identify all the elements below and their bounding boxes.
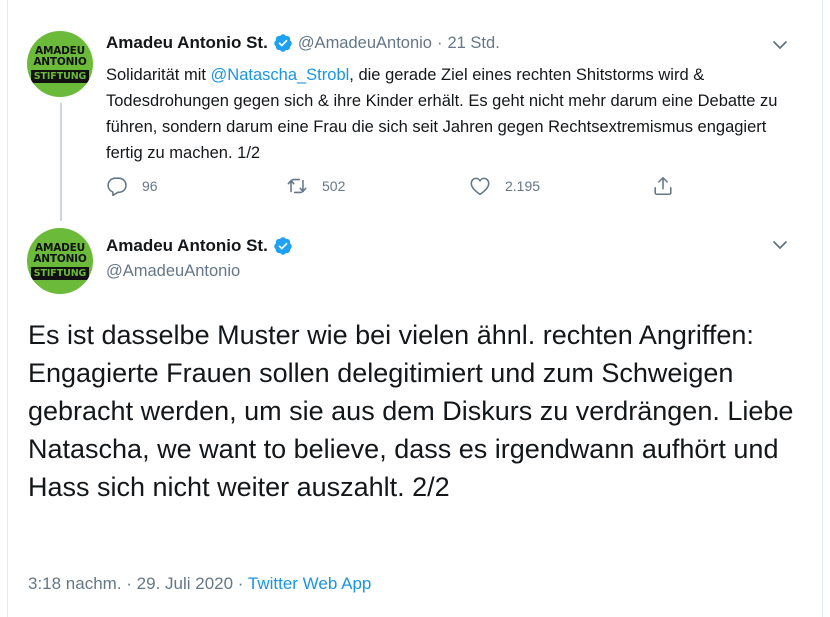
share-button[interactable] bbox=[652, 175, 674, 197]
share-icon bbox=[654, 176, 672, 196]
chevron-down-icon[interactable] bbox=[772, 240, 788, 250]
like-button[interactable]: 2.195 bbox=[469, 175, 540, 197]
retweet-icon bbox=[287, 178, 307, 194]
frame-right-border bbox=[822, 0, 823, 617]
meta-separator: · bbox=[233, 574, 248, 593]
verified-badge-icon bbox=[274, 237, 292, 255]
avatar-text-line3: STIFTUNG bbox=[30, 69, 90, 83]
like-count: 2.195 bbox=[505, 178, 541, 194]
avatar-text-line3: STIFTUNG bbox=[30, 266, 90, 280]
avatar-text-line2: ANTONIO bbox=[33, 252, 87, 265]
thread-connector-line bbox=[60, 103, 62, 221]
handle[interactable]: @AmadeuAntonio bbox=[106, 262, 240, 281]
handle[interactable]: @AmadeuAntonio bbox=[298, 34, 432, 53]
retweet-count: 502 bbox=[322, 178, 346, 194]
tweet-1-header: Amadeu Antonio St. @AmadeuAntonio · 21 S… bbox=[106, 33, 500, 53]
avatar[interactable]: AMADEU ANTONIO STIFTUNG bbox=[27, 31, 93, 97]
tweet-time[interactable]: 21 Std. bbox=[447, 34, 499, 53]
tweet-2-meta: 3:18 nachm. · 29. Juli 2020 · Twitter We… bbox=[28, 574, 371, 594]
heart-icon bbox=[470, 177, 490, 196]
display-name[interactable]: Amadeu Antonio St. bbox=[106, 236, 268, 256]
avatar-text-line1: AMADEU bbox=[35, 44, 85, 57]
tweet-1-text: Solidarität mit @Natascha_Strobl, die ge… bbox=[106, 62, 796, 166]
display-name[interactable]: Amadeu Antonio St. bbox=[106, 33, 268, 53]
mention-link[interactable]: @Natascha_Strobl bbox=[211, 66, 350, 84]
reply-count: 96 bbox=[142, 178, 158, 194]
tweet-2-header: Amadeu Antonio St. bbox=[106, 236, 298, 256]
frame-left-border bbox=[7, 0, 8, 617]
tweet-text-part: Solidarität mit bbox=[106, 66, 211, 84]
reply-button[interactable]: 96 bbox=[106, 175, 158, 197]
avatar-text-line1: AMADEU bbox=[35, 241, 85, 254]
avatar[interactable]: AMADEU ANTONIO STIFTUNG bbox=[27, 228, 93, 294]
tweet-2-text: Es ist dasselbe Muster wie bei vielen äh… bbox=[28, 320, 794, 502]
avatar-text-line2: ANTONIO bbox=[33, 55, 87, 68]
reply-icon bbox=[107, 177, 127, 197]
retweet-button[interactable]: 502 bbox=[286, 175, 345, 197]
verified-badge-icon bbox=[274, 34, 292, 52]
separator-dot: · bbox=[436, 33, 443, 52]
source-link[interactable]: Twitter Web App bbox=[248, 574, 371, 593]
tweet-timestamp[interactable]: 3:18 nachm. · 29. Juli 2020 bbox=[28, 574, 233, 593]
chevron-down-icon[interactable] bbox=[772, 40, 788, 50]
